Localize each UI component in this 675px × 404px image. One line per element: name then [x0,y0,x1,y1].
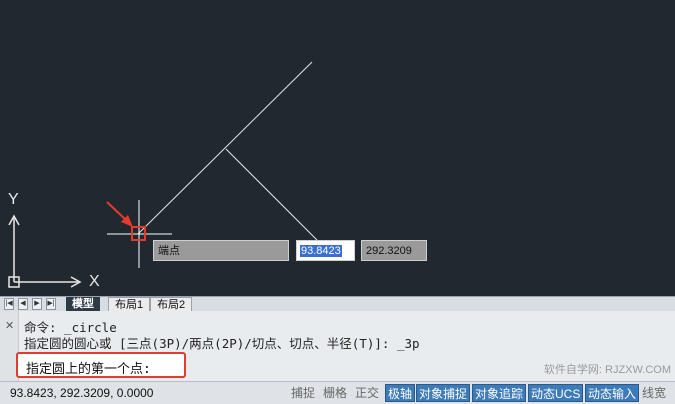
otrack-toggle[interactable]: 对象追踪 [472,384,527,402]
next-tab-icon[interactable]: ▶ [32,298,42,310]
status-bar: 93.8423, 292.3209, 0.0000 捕捉 栅格 正交 极轴 对象… [0,381,675,404]
dynamic-input-y[interactable]: 292.3209 [361,240,427,261]
prev-tab-icon[interactable]: ◀ [18,298,28,310]
first-tab-icon[interactable]: |◀ [4,298,14,310]
dyn-toggle[interactable]: 动态输入 [585,384,640,402]
snap-tooltip: 端点 [153,240,289,261]
tab-layout1[interactable]: 布局1 [108,297,151,312]
coordinate-readout: 93.8423, 292.3209, 0.0000 [10,386,154,400]
drawn-line-2[interactable] [225,148,318,241]
command-prompt: 指定圆上的第一个点: [26,362,151,377]
last-tab-icon[interactable]: ▶| [46,298,56,310]
watermark: 软件自学网: RJZXW.COM [543,364,671,376]
drawing-canvas[interactable]: Y X 端点 93.8423 292.3209 [0,0,675,296]
red-arrow-shaft [106,201,128,222]
ucs-x-label: X [89,273,100,290]
lineweight-toggle[interactable]: 线宽 [642,384,666,402]
command-input-line[interactable]: 指定圆上的第一个点: [16,352,186,378]
command-window: ✕ 命令: _circle 指定圆的圆心或 [三点(3P)/两点(2P)/切点、… [0,311,675,381]
tab-layout2[interactable]: 布局2 [150,297,193,312]
polar-toggle[interactable]: 极轴 [385,384,416,402]
osnap-toggle[interactable]: 对象捕捉 [416,384,471,402]
layout-tab-bar: |◀ ◀ ▶ ▶| 模型 布局1 布局2 [0,296,675,312]
dynamic-input-x-value[interactable]: 93.8423 [300,245,342,257]
ucs-y-label: Y [8,191,19,208]
close-icon[interactable]: ✕ [5,319,14,332]
ducs-toggle[interactable]: 动态UCS [528,384,584,402]
snap-toggle[interactable]: 捕捉 [291,384,315,402]
command-history-line: 指定圆的圆心或 [三点(3P)/两点(2P)/切点、切点、半径(T)]: _3p [24,336,420,351]
ortho-toggle[interactable]: 正交 [355,384,379,402]
grid-toggle[interactable]: 栅格 [323,384,347,402]
dynamic-input-x[interactable]: 93.8423 [296,240,355,261]
tab-model[interactable]: 模型 [66,297,100,312]
